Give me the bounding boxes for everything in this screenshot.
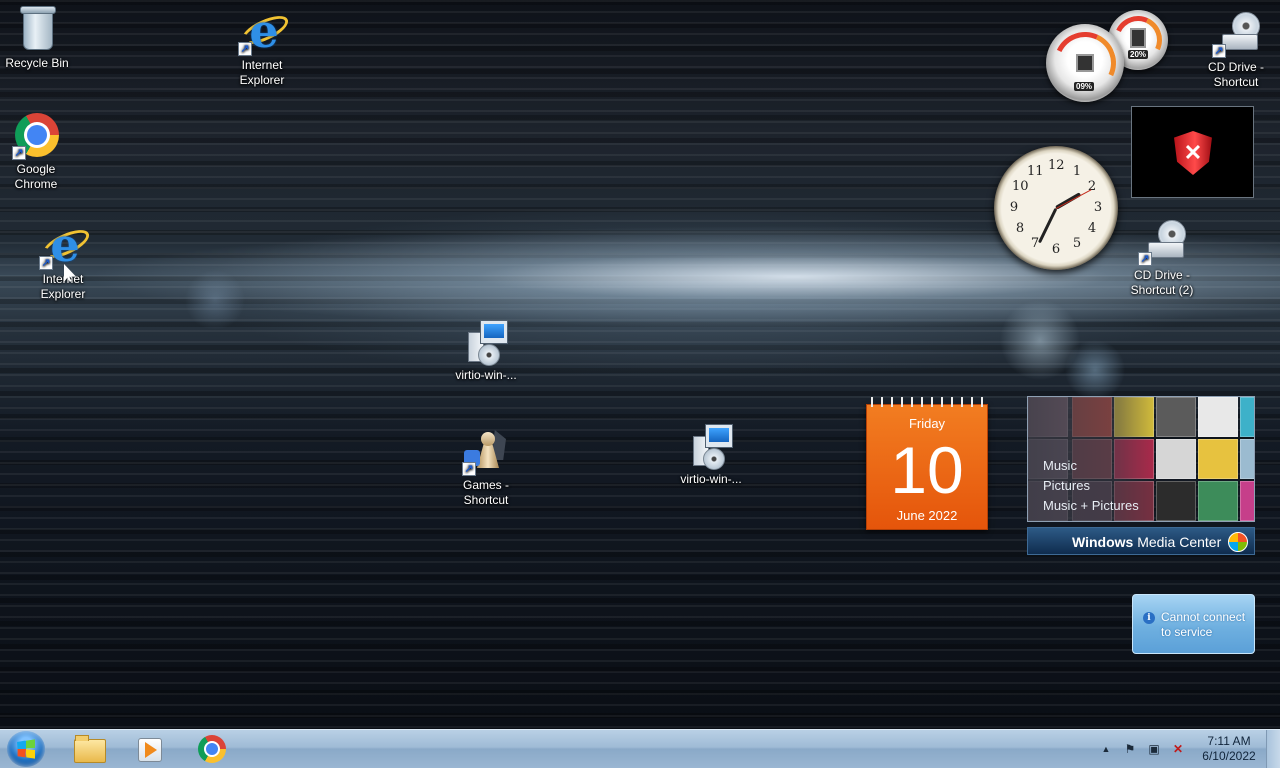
- clock-numeral: 6: [1051, 242, 1061, 257]
- analog-clock-gadget[interactable]: 12 1 2 3 4 5 6 7 8 9 10 11: [994, 146, 1118, 270]
- installer-icon: [687, 422, 735, 470]
- taskbar-media-player[interactable]: [121, 733, 177, 766]
- clock-numeral: 3: [1093, 200, 1103, 215]
- desktop-icon-games-shortcut[interactable]: ↗ Games - Shortcut: [441, 428, 531, 508]
- cpu-meter-gauge[interactable]: 09%: [1045, 23, 1125, 103]
- taskbar-google-chrome[interactable]: [184, 733, 240, 766]
- clock-numeral: 10: [1012, 179, 1029, 194]
- volume-muted-icon[interactable]: ✕: [1171, 742, 1185, 756]
- icon-label: Google Chrome: [14, 162, 58, 191]
- media-center-item-pictures[interactable]: Pictures: [1043, 478, 1090, 493]
- desktop-icon-internet-explorer-2[interactable]: e ↗ Internet Explorer: [18, 222, 108, 302]
- media-center-tiles: Music Pictures Music + Pictures: [1027, 396, 1255, 522]
- calendar-month-year: June 2022: [896, 508, 958, 523]
- icon-label: Internet Explorer: [40, 272, 86, 301]
- cd-drive-icon: ↗: [1138, 218, 1186, 266]
- media-center-item-music[interactable]: Music: [1043, 458, 1077, 473]
- clock-numeral: 8: [1015, 221, 1025, 236]
- clock-numeral: 1: [1072, 164, 1082, 179]
- show-hidden-icons-button[interactable]: ▲: [1099, 742, 1113, 756]
- installer-icon: [462, 318, 510, 366]
- weather-error-message: Cannot connect to service: [1161, 610, 1246, 639]
- icon-label: CD Drive - Shortcut: [1208, 60, 1264, 89]
- clock-numeral: 9: [1009, 200, 1019, 215]
- shortcut-arrow-icon: ↗: [12, 146, 26, 160]
- cpu-chip-icon: [1076, 54, 1094, 72]
- taskbar-date: 6/10/2022: [1202, 749, 1256, 763]
- clock-numeral: 12: [1048, 158, 1065, 173]
- desktop-icon-virtio-win-2[interactable]: virtio-win-...: [666, 422, 756, 487]
- folder-icon: [74, 735, 106, 763]
- taskbar-time: 7:11 AM: [1207, 734, 1251, 748]
- calendar-rings: [867, 397, 989, 407]
- action-center-flag-icon[interactable]: ⚑: [1123, 742, 1137, 756]
- weather-gadget[interactable]: i Cannot connect to service: [1132, 594, 1255, 654]
- shortcut-arrow-icon: ↗: [1212, 44, 1226, 58]
- clock-second-hand: [1055, 189, 1092, 209]
- memory-percent: 20%: [1128, 50, 1149, 59]
- icon-label: CD Drive - Shortcut (2): [1130, 268, 1194, 297]
- calendar-day-number: 10: [890, 433, 964, 507]
- cpu-percent: 09%: [1074, 82, 1095, 91]
- icon-label: virtio-win-...: [455, 368, 517, 382]
- desktop-icon-cd-drive-shortcut-2[interactable]: ↗ CD Drive - Shortcut (2): [1117, 218, 1207, 298]
- recycle-bin-icon: [13, 6, 61, 54]
- media-center-item-music-pictures[interactable]: Music + Pictures: [1043, 498, 1139, 513]
- icon-label: Games - Shortcut: [462, 478, 509, 507]
- security-status-gadget[interactable]: ✕: [1131, 106, 1254, 198]
- taskbar: ▲ ⚑ ▣ ✕ 7:11 AM 6/10/2022: [0, 729, 1280, 768]
- games-icon: ↗: [462, 428, 510, 476]
- icon-label: Recycle Bin: [5, 56, 69, 70]
- windows-flag-icon: [17, 739, 35, 759]
- start-button[interactable]: [7, 731, 45, 767]
- desktop-icon-internet-explorer[interactable]: e ↗ Internet Explorer: [217, 8, 307, 88]
- desktop-icon-virtio-win-1[interactable]: virtio-win-...: [441, 318, 531, 383]
- media-player-icon: [138, 738, 162, 762]
- clock-numeral: 4: [1087, 221, 1097, 236]
- shortcut-arrow-icon: ↗: [238, 42, 252, 56]
- icon-label: virtio-win-...: [680, 472, 742, 486]
- internet-explorer-icon: e ↗: [39, 222, 93, 270]
- taskbar-windows-explorer[interactable]: [61, 733, 117, 766]
- shortcut-arrow-icon: ↗: [39, 256, 53, 270]
- shortcut-arrow-icon: ↗: [1138, 252, 1152, 266]
- show-desktop-button[interactable]: [1266, 730, 1280, 768]
- calendar-gadget[interactable]: Friday 10 June 2022: [866, 397, 989, 530]
- desktop[interactable]: Recycle Bin e ↗ Internet Explorer ↗ Goog…: [0, 0, 1280, 729]
- media-center-title: Windows Media Center: [1072, 534, 1222, 550]
- internet-explorer-icon: e ↗: [238, 8, 292, 56]
- desktop-icon-cd-drive-shortcut[interactable]: ↗ CD Drive - Shortcut: [1191, 10, 1280, 90]
- calendar-day-name: Friday: [908, 416, 946, 431]
- desktop-icon-recycle-bin[interactable]: Recycle Bin: [0, 6, 82, 71]
- shortcut-arrow-icon: ↗: [462, 462, 476, 476]
- memory-chip-icon: [1130, 28, 1146, 48]
- windows-logo-icon: [1228, 532, 1248, 552]
- clock-minute-hand: [1037, 207, 1058, 244]
- media-center-gadget[interactable]: Music Pictures Music + Pictures Windows …: [1027, 396, 1255, 556]
- desktop-icon-google-chrome[interactable]: ↗ Google Chrome: [0, 112, 81, 192]
- clock-numeral: 5: [1072, 236, 1082, 251]
- info-icon: i: [1143, 612, 1155, 624]
- media-center-title-bar[interactable]: Windows Media Center: [1027, 527, 1255, 555]
- cd-drive-icon: ↗: [1212, 10, 1260, 58]
- chrome-icon: [198, 735, 226, 763]
- taskbar-clock[interactable]: 7:11 AM 6/10/2022: [1196, 734, 1262, 764]
- network-icon[interactable]: ▣: [1147, 742, 1161, 756]
- shield-x-mark: ✕: [1183, 140, 1203, 165]
- chrome-icon: ↗: [12, 112, 60, 160]
- icon-label: Internet Explorer: [239, 58, 285, 87]
- clock-numeral: 11: [1027, 164, 1044, 179]
